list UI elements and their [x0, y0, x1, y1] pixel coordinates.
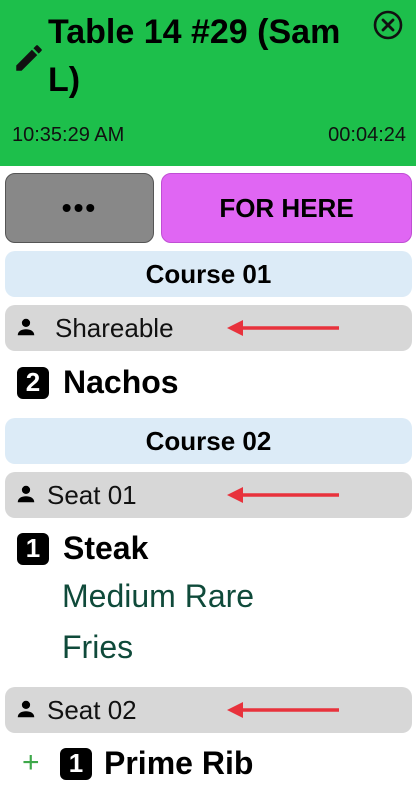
- course-header[interactable]: Course 02: [5, 418, 412, 464]
- left-arrow-indicator-icon: [227, 487, 339, 503]
- item-name: Nachos: [63, 364, 179, 400]
- order-type-button[interactable]: FOR HERE: [161, 173, 412, 243]
- pencil-icon[interactable]: [12, 41, 46, 75]
- more-options-button[interactable]: •••: [5, 173, 154, 243]
- item-modifier: Medium Rare: [62, 578, 255, 614]
- elapsed-timer: 00:04:24: [328, 124, 406, 146]
- order-item[interactable]: 2 Nachos: [17, 364, 179, 401]
- course-header[interactable]: Course 01: [5, 251, 412, 297]
- person-icon: [17, 700, 35, 718]
- seat-header[interactable]: Seat 01: [5, 472, 412, 518]
- order-start-time: 10:35:29 AM: [12, 124, 125, 146]
- quantity-badge: 2: [17, 366, 49, 399]
- item-name: Prime Rib: [104, 745, 254, 781]
- left-arrow-indicator-icon: [227, 320, 339, 336]
- person-icon: [17, 485, 35, 503]
- close-icon[interactable]: [372, 9, 404, 41]
- person-icon: [17, 318, 35, 336]
- seat-label: Shareable: [55, 313, 174, 343]
- left-arrow-indicator-icon: [227, 702, 339, 718]
- seat-header[interactable]: Seat 02: [5, 687, 412, 733]
- seat-header[interactable]: Shareable: [5, 305, 412, 351]
- item-modifier: Fries: [62, 629, 134, 665]
- add-plus-icon[interactable]: +: [22, 746, 40, 780]
- item-name: Steak: [63, 530, 149, 566]
- order-title: Table 14 #29 (Sam L): [48, 13, 341, 99]
- quantity-badge: 1: [60, 747, 92, 780]
- order-item[interactable]: 1 Prime Rib: [60, 745, 253, 782]
- order-header: Table 14 #29 (Sam L) 10:35:29 AM 00:04:2…: [0, 0, 416, 166]
- seat-label: Seat 02: [47, 695, 137, 725]
- seat-label: Seat 01: [47, 480, 137, 510]
- order-item[interactable]: 1 Steak: [17, 530, 148, 567]
- quantity-badge: 1: [17, 532, 49, 565]
